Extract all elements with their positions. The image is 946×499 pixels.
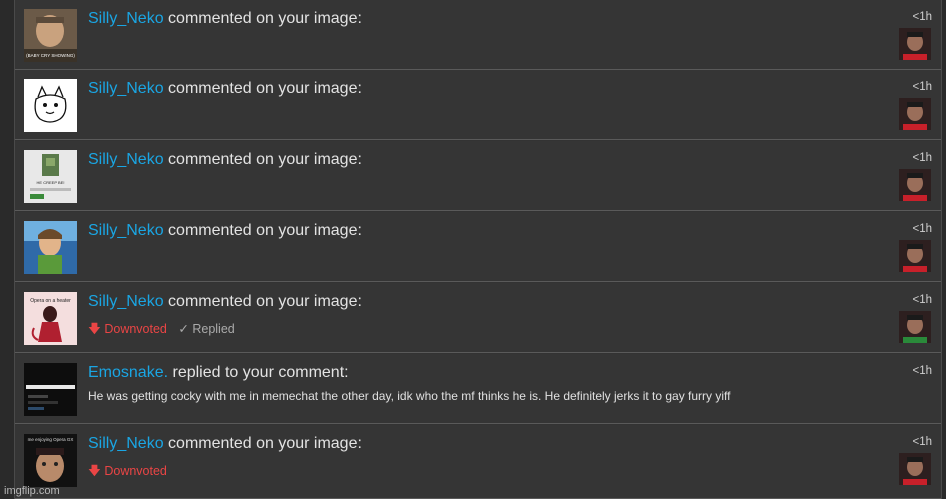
username-link[interactable]: Silly_Neko bbox=[88, 10, 164, 27]
timestamp: <1h bbox=[912, 365, 932, 377]
thumb-caption: Opera on a heater bbox=[30, 298, 71, 304]
checkmark-icon: ✓ bbox=[178, 322, 189, 336]
user-avatar[interactable] bbox=[899, 169, 931, 201]
timestamp: <1h bbox=[912, 294, 932, 306]
action-text: commented on your image: bbox=[168, 435, 362, 452]
notification-text: Emosnake. replied to your comment: bbox=[88, 364, 349, 382]
notification-item[interactable]: HE CREEP BE! Silly_Neko commented on you… bbox=[15, 141, 941, 211]
notification-text: Silly_Neko commented on your image: bbox=[88, 222, 362, 240]
timestamp: <1h bbox=[912, 152, 932, 164]
notification-item[interactable]: Opera on a heater Silly_Neko commented o… bbox=[15, 283, 941, 353]
notification-item[interactable]: me enjoying Opera GX Silly_Neko commente… bbox=[15, 425, 941, 499]
thumb-caption: me enjoying Opera GX bbox=[28, 437, 74, 442]
action-text: commented on your image: bbox=[168, 80, 362, 97]
timestamp: <1h bbox=[912, 223, 932, 235]
user-avatar[interactable] bbox=[899, 240, 931, 272]
username-link[interactable]: Silly_Neko bbox=[88, 293, 164, 310]
action-text: replied to your comment: bbox=[172, 364, 349, 381]
user-avatar[interactable] bbox=[899, 453, 931, 485]
replied-status: ✓ Replied bbox=[178, 322, 235, 336]
arrow-down-icon: 🡇 bbox=[88, 322, 101, 336]
notification-item[interactable]: Emosnake. replied to your comment: He wa… bbox=[15, 354, 941, 424]
notification-text: Silly_Neko commented on your image: bbox=[88, 293, 362, 311]
action-text: commented on your image: bbox=[168, 10, 362, 27]
timestamp: <1h bbox=[912, 81, 932, 93]
downvote-status: 🡇 Downvoted bbox=[88, 464, 167, 478]
thumb-caption: HE CREEP BE! bbox=[37, 180, 65, 185]
action-text: commented on your image: bbox=[168, 222, 362, 239]
action-text: commented on your image: bbox=[168, 293, 362, 310]
notification-text: Silly_Neko commented on your image: bbox=[88, 10, 362, 28]
notification-text: Silly_Neko commented on your image: bbox=[88, 151, 362, 169]
comment-preview: He was getting cocky with me in memechat… bbox=[88, 389, 731, 403]
notification-text: Silly_Neko commented on your image: bbox=[88, 80, 362, 98]
notification-item[interactable]: (BABY CRY SHOWING) Silly_Neko commented … bbox=[15, 0, 941, 70]
notification-status: 🡇 Downvoted ✓ Replied bbox=[88, 320, 235, 341]
user-avatar[interactable] bbox=[899, 311, 931, 343]
timestamp: <1h bbox=[912, 436, 932, 448]
timestamp: <1h bbox=[912, 11, 932, 23]
imgflip-watermark: imgflip.com bbox=[4, 485, 60, 497]
user-avatar[interactable] bbox=[899, 98, 931, 130]
photo-thumbnail[interactable]: (BABY CRY SHOWING) bbox=[24, 9, 77, 62]
face-photo-thumbnail[interactable]: me enjoying Opera GX bbox=[24, 434, 77, 487]
notification-item[interactable]: Silly_Neko commented on your image: <1h bbox=[15, 212, 941, 282]
notification-status: 🡇 Downvoted bbox=[88, 462, 167, 483]
user-avatar[interactable] bbox=[899, 28, 931, 60]
notification-text: Silly_Neko commented on your image: bbox=[88, 435, 362, 453]
username-link[interactable]: Silly_Neko bbox=[88, 80, 164, 97]
username-link[interactable]: Silly_Neko bbox=[88, 151, 164, 168]
notification-item[interactable]: Silly_Neko commented on your image: <1h bbox=[15, 70, 941, 140]
downvote-status: 🡇 Downvoted bbox=[88, 322, 167, 336]
dark-screenshot-thumbnail[interactable] bbox=[24, 363, 77, 416]
username-link[interactable]: Silly_Neko bbox=[88, 435, 164, 452]
fan-art-thumbnail[interactable]: Opera on a heater bbox=[24, 292, 77, 345]
notification-feed: (BABY CRY SHOWING) Silly_Neko commented … bbox=[14, 0, 942, 499]
arrow-down-icon: 🡇 bbox=[88, 464, 101, 478]
sketch-cat-thumbnail[interactable] bbox=[24, 79, 77, 132]
game-screen-thumbnail[interactable]: HE CREEP BE! bbox=[24, 150, 77, 203]
username-link[interactable]: Emosnake. bbox=[88, 364, 168, 381]
action-text: commented on your image: bbox=[168, 151, 362, 168]
cartoon-character-thumbnail[interactable] bbox=[24, 221, 77, 274]
username-link[interactable]: Silly_Neko bbox=[88, 222, 164, 239]
thumb-caption: (BABY CRY SHOWING) bbox=[26, 53, 75, 58]
